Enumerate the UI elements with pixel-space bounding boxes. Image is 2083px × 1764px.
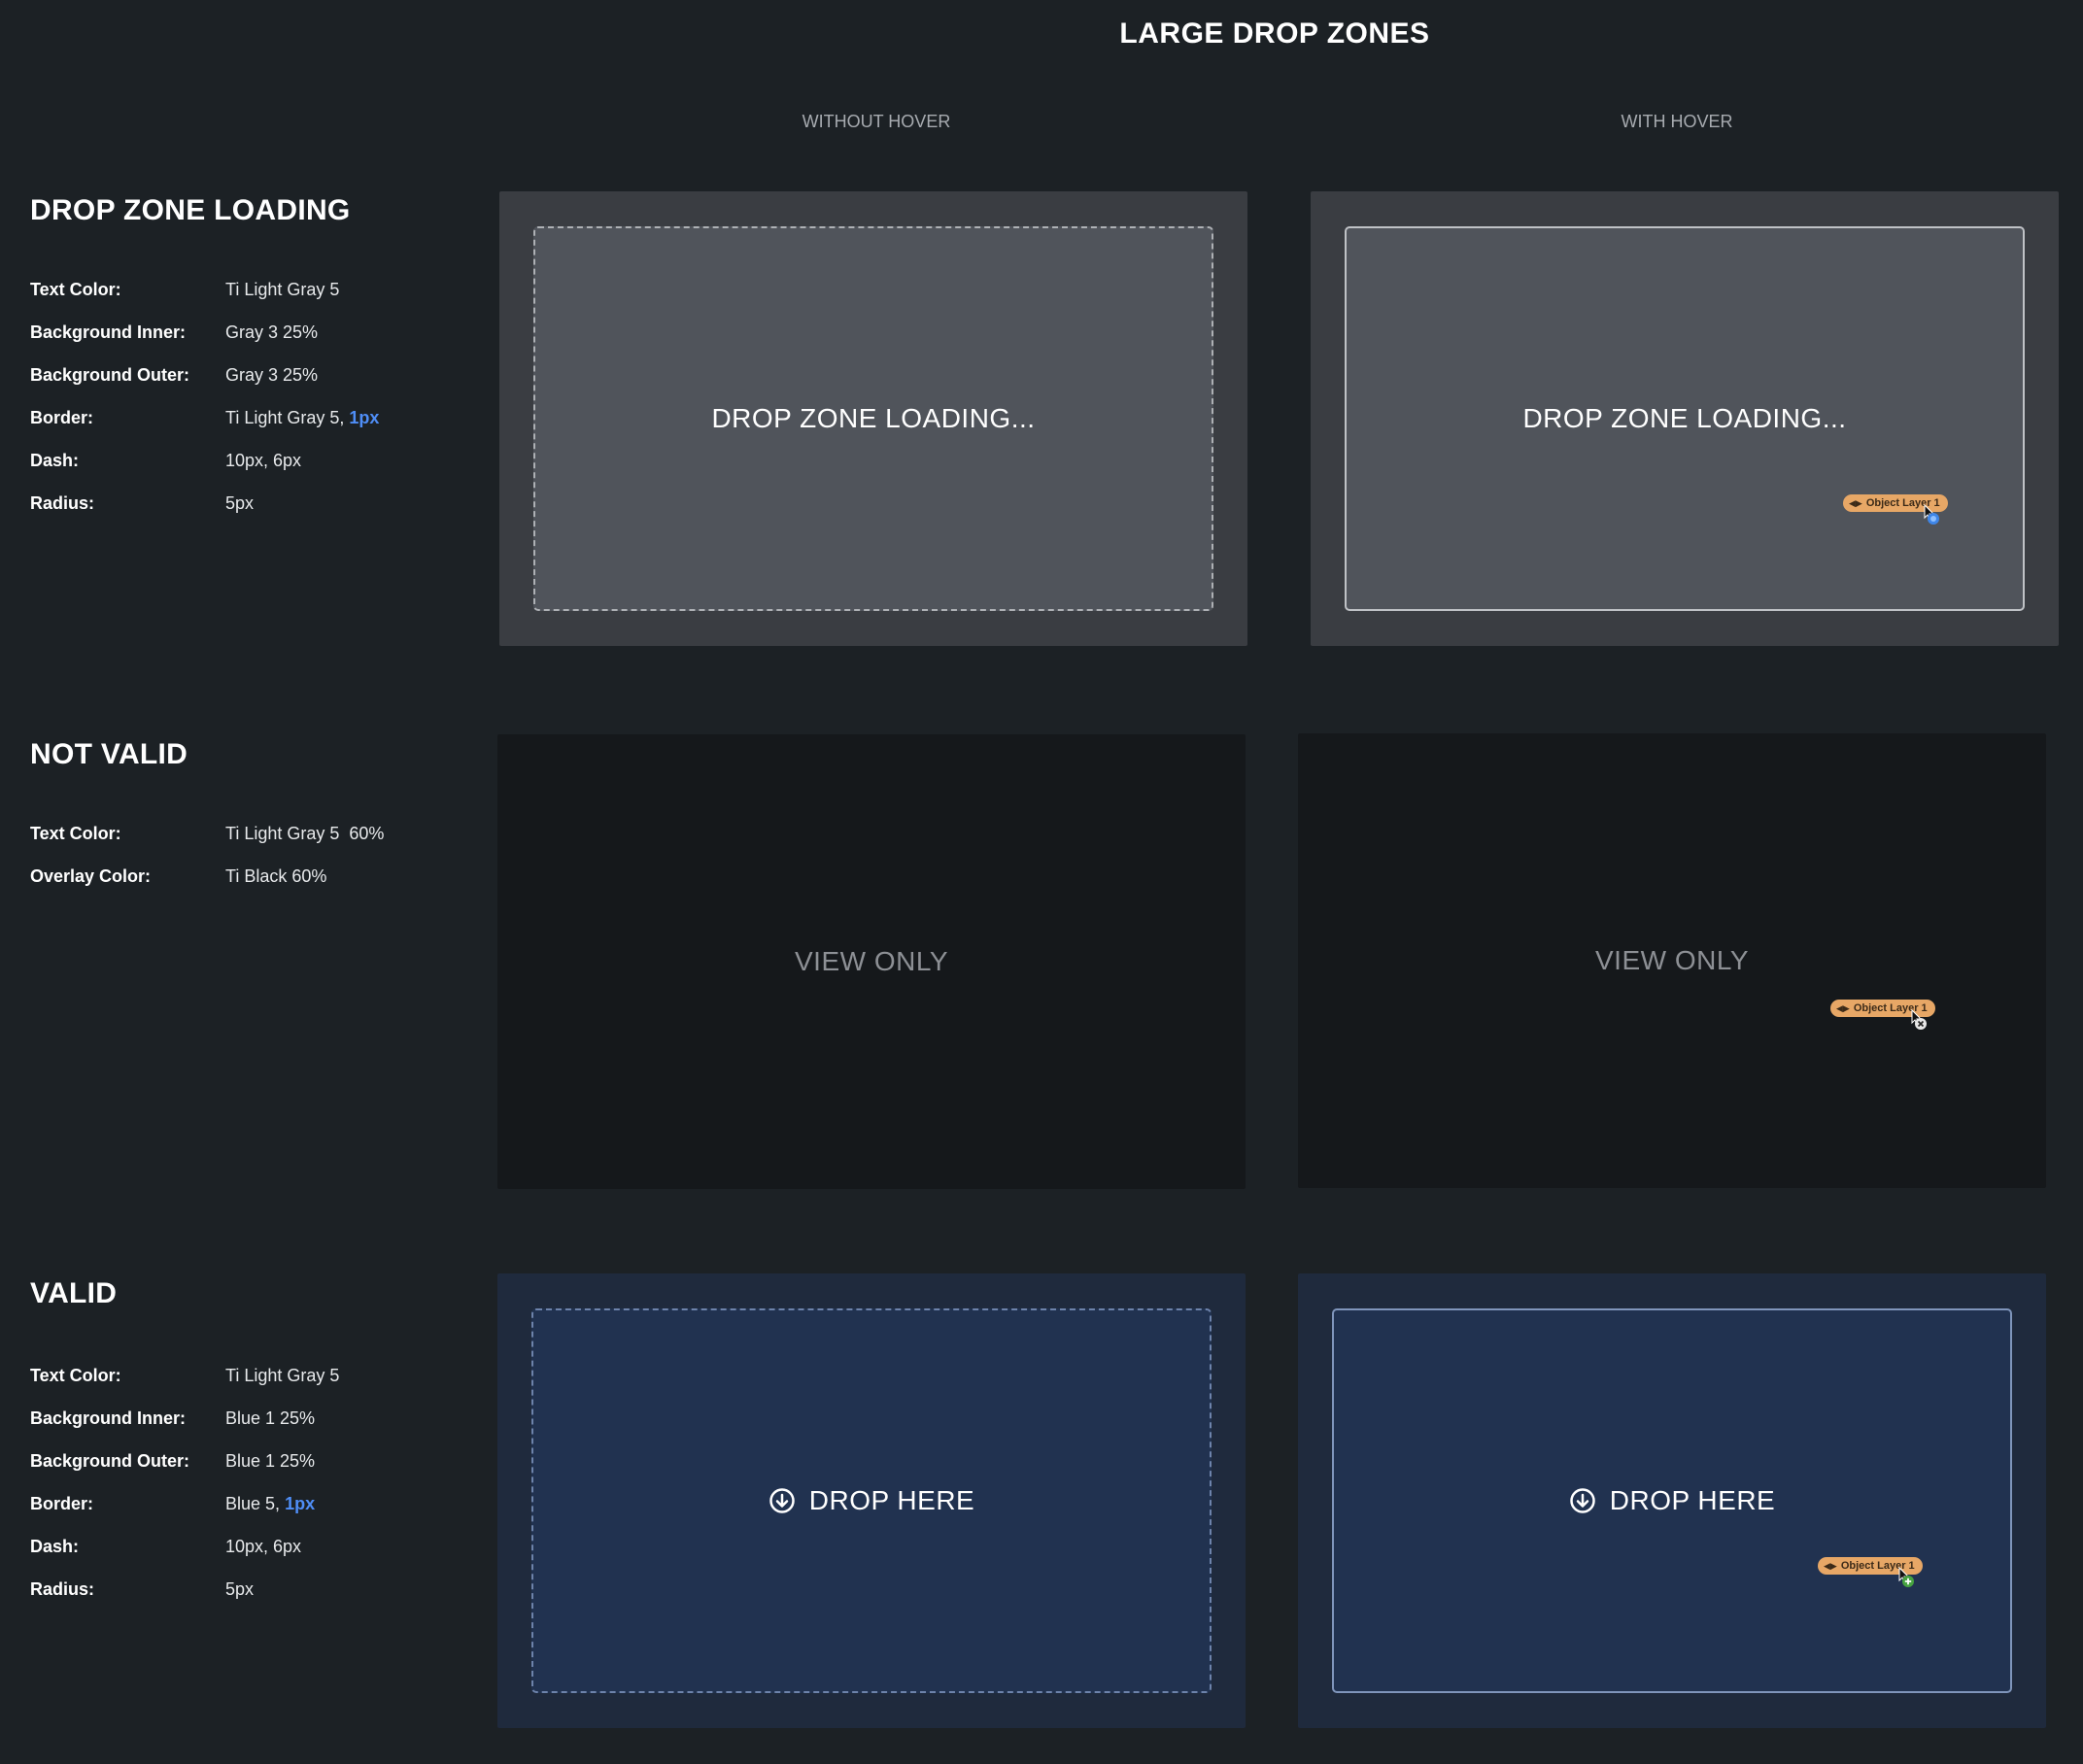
drop-zone-text: DROP HERE bbox=[1609, 1485, 1776, 1515]
drop-zone-loading-hover[interactable]: DROP ZONE LOADING... bbox=[1345, 226, 2025, 611]
arrow-down-circle-icon bbox=[1570, 1488, 1595, 1513]
column-header-with-hover: WITH HOVER bbox=[1621, 112, 1733, 131]
drop-zone-valid-hover-outer: DROP HERE ◀▶ Object Layer 1 bbox=[1298, 1273, 2046, 1728]
spec-value: 10px, 6px bbox=[225, 1537, 302, 1556]
drop-zone-valid[interactable]: DROP HERE bbox=[531, 1308, 1212, 1693]
column-header-without-hover: WITHOUT HOVER bbox=[802, 112, 951, 131]
spec-label: Border: bbox=[30, 408, 94, 427]
not-allowed-icon bbox=[1911, 1009, 1927, 1030]
spec-value: Ti Light Gray 5, 1px bbox=[225, 408, 380, 427]
section-heading: NOT VALID bbox=[30, 738, 188, 770]
spec-label: Dash: bbox=[30, 1537, 80, 1556]
eye-icon: ◀▶ bbox=[1824, 1560, 1837, 1571]
spec-value: Ti Black 60% bbox=[225, 866, 327, 886]
spec-label: Radius: bbox=[30, 1579, 95, 1599]
drop-zone-label: DROP HERE bbox=[1569, 1485, 1775, 1516]
spec-label: Background Outer: bbox=[30, 365, 190, 385]
drop-zone-not-valid[interactable]: VIEW ONLY bbox=[497, 734, 1246, 1189]
spec-value: 5px bbox=[225, 1579, 255, 1599]
section-heading: VALID bbox=[30, 1277, 118, 1309]
spec-value: Blue 1 25% bbox=[225, 1408, 316, 1428]
spec-accent: 1px bbox=[349, 408, 380, 427]
spec-value: 10px, 6px bbox=[225, 451, 302, 470]
spec-value: Ti Light Gray 5 bbox=[225, 280, 340, 299]
drop-zone-valid-hover[interactable]: DROP HERE bbox=[1332, 1308, 2012, 1693]
spec-label: Overlay Color: bbox=[30, 866, 152, 886]
drop-zone-text: DROP HERE bbox=[808, 1485, 975, 1515]
spec-accent: 1px bbox=[285, 1494, 316, 1513]
eye-icon: ◀▶ bbox=[1836, 1002, 1850, 1013]
arrow-down-circle-icon bbox=[769, 1488, 795, 1513]
spec-label: Radius: bbox=[30, 493, 95, 513]
plus-icon bbox=[1898, 1567, 1914, 1587]
loading-spinner-icon bbox=[1924, 504, 1939, 525]
spec-value: Ti Light Gray 5 bbox=[225, 1366, 340, 1385]
spec-label: Border: bbox=[30, 1494, 94, 1513]
spec-label: Background Inner: bbox=[30, 1408, 187, 1428]
eye-icon: ◀▶ bbox=[1849, 497, 1862, 508]
spec-label: Text Color: bbox=[30, 1366, 121, 1385]
spec-value: Blue 1 25% bbox=[225, 1451, 316, 1471]
spec-label: Background Outer: bbox=[30, 1451, 190, 1471]
section-not-valid: NOT VALID Text Color: Ti Light Gray 5 60… bbox=[30, 738, 384, 886]
spec-value: 5px bbox=[225, 493, 255, 513]
drop-zone-text: DROP ZONE LOADING... bbox=[711, 403, 1036, 433]
drop-zone-text: VIEW ONLY bbox=[794, 946, 948, 976]
drop-zone-valid-outer: DROP HERE bbox=[497, 1273, 1246, 1728]
drop-zone-loading-outer: DROP ZONE LOADING... bbox=[499, 191, 1247, 646]
spec-label: Text Color: bbox=[30, 280, 121, 299]
drop-zone-loading-hover-outer: DROP ZONE LOADING... ◀▶ Object Layer 1 bbox=[1311, 191, 2059, 646]
section-heading: DROP ZONE LOADING bbox=[30, 194, 351, 226]
spec-value: Gray 3 25% bbox=[225, 322, 319, 342]
spec-value: Ti Light Gray 5 60% bbox=[225, 824, 385, 843]
spec-label: Background Inner: bbox=[30, 322, 187, 342]
drop-zone-not-valid-hover[interactable]: VIEW ONLY ◀▶ Object Layer 1 bbox=[1298, 733, 2046, 1188]
drop-zone-text: DROP ZONE LOADING... bbox=[1522, 403, 1847, 433]
page-title: LARGE DROP ZONES bbox=[1119, 17, 1430, 50]
spec-label: Text Color: bbox=[30, 824, 121, 843]
spec-value: Blue 5, 1px bbox=[225, 1494, 316, 1513]
spec-value: Gray 3 25% bbox=[225, 365, 319, 385]
drop-zone-text: VIEW ONLY bbox=[1594, 945, 1749, 975]
section-loading: DROP ZONE LOADING Text Color: Ti Light G… bbox=[30, 194, 379, 513]
drop-zone-label: DROP HERE bbox=[768, 1485, 974, 1516]
drop-zone-loading[interactable]: DROP ZONE LOADING... bbox=[533, 226, 1213, 611]
spec-label: Dash: bbox=[30, 451, 80, 470]
section-valid: VALID Text Color: Ti Light Gray 5 Backgr… bbox=[30, 1277, 339, 1599]
